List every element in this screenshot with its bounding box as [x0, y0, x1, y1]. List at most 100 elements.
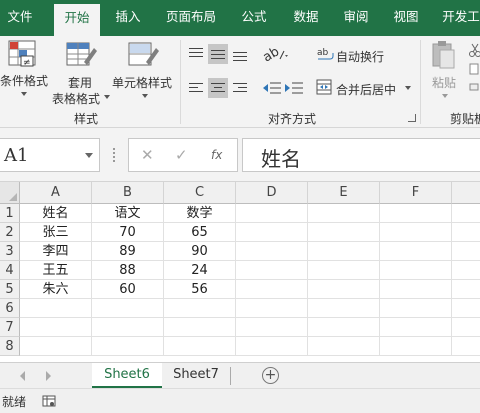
orientation-icon[interactable]: ab — [262, 45, 290, 63]
row-header-5[interactable]: 5 — [0, 280, 20, 299]
cell-d7[interactable] — [236, 318, 308, 337]
cell-d4[interactable] — [236, 261, 308, 280]
worksheet-grid[interactable]: A B C D E F 1 2 3 4 5 6 7 8 姓名 语文 数学张三 70 65… — [0, 182, 480, 362]
next-sheet-icon[interactable] — [46, 371, 51, 381]
cell-c2[interactable]: 65 — [164, 223, 236, 242]
cell-b3[interactable]: 89 — [92, 242, 164, 261]
cut-copy-icons[interactable] — [466, 40, 480, 100]
tab-formulas[interactable]: 公式 — [232, 0, 276, 36]
cell-f1[interactable] — [380, 204, 452, 223]
cancel-icon[interactable]: ✕ — [141, 146, 154, 164]
prev-sheet-icon[interactable] — [20, 371, 25, 381]
column-header-d[interactable]: D — [236, 182, 308, 204]
align-bottom-button[interactable] — [230, 44, 250, 64]
name-box[interactable]: A1 — [0, 138, 100, 172]
cell-d3[interactable] — [236, 242, 308, 261]
cell-c4[interactable]: 24 — [164, 261, 236, 280]
cell-b2[interactable]: 70 — [92, 223, 164, 242]
formula-bar-splitter[interactable] — [113, 148, 115, 162]
decrease-indent-icon[interactable] — [262, 80, 282, 96]
cell-a3[interactable]: 李四 — [20, 242, 92, 261]
cell-e5[interactable] — [308, 280, 380, 299]
cell-c5[interactable]: 56 — [164, 280, 236, 299]
align-middle-button[interactable] — [208, 44, 228, 64]
cell-c8[interactable] — [164, 337, 236, 356]
cell-a5[interactable]: 朱六 — [20, 280, 92, 299]
cell-d2[interactable] — [236, 223, 308, 242]
increase-indent-icon[interactable] — [284, 80, 304, 96]
column-header-c[interactable]: C — [164, 182, 236, 204]
tab-home[interactable]: 开始 — [54, 4, 100, 36]
cell-f2[interactable] — [380, 223, 452, 242]
tab-file[interactable]: 文件 — [0, 0, 40, 36]
cell-f6[interactable] — [380, 299, 452, 318]
cell-g6[interactable] — [452, 299, 480, 318]
row-header-1[interactable]: 1 — [0, 204, 20, 223]
add-sheet-button[interactable]: + — [262, 367, 279, 384]
cell-c3[interactable]: 90 — [164, 242, 236, 261]
align-center-button[interactable] — [208, 78, 228, 98]
cell-d5[interactable] — [236, 280, 308, 299]
paste-icon[interactable] — [430, 40, 456, 70]
cell-e6[interactable] — [308, 299, 380, 318]
tab-developer[interactable]: 开发工 — [436, 0, 480, 36]
cell-e7[interactable] — [308, 318, 380, 337]
cell-a1[interactable]: 姓名 — [20, 204, 92, 223]
select-all-corner[interactable] — [0, 182, 20, 204]
merge-center-button[interactable]: 合并后居中 — [336, 81, 396, 98]
row-header-7[interactable]: 7 — [0, 318, 20, 337]
alignment-launcher-icon[interactable] — [408, 114, 416, 122]
row-header-8[interactable]: 8 — [0, 337, 20, 356]
column-header-e[interactable]: E — [308, 182, 380, 204]
column-header-a[interactable]: A — [20, 182, 92, 204]
row-header-6[interactable]: 6 — [0, 299, 20, 318]
tab-view[interactable]: 视图 — [386, 0, 426, 36]
cell-g5[interactable] — [452, 280, 480, 299]
cell-a2[interactable]: 张三 — [20, 223, 92, 242]
cell-c7[interactable] — [164, 318, 236, 337]
insert-function-icon[interactable]: fx — [211, 148, 222, 162]
cell-f7[interactable] — [380, 318, 452, 337]
cell-d1[interactable] — [236, 204, 308, 223]
row-header-2[interactable]: 2 — [0, 223, 20, 242]
formula-input[interactable]: 姓名 — [242, 138, 480, 172]
tab-review[interactable]: 审阅 — [336, 0, 376, 36]
align-right-button[interactable] — [230, 78, 250, 98]
row-header-3[interactable]: 3 — [0, 242, 20, 261]
cell-e2[interactable] — [308, 223, 380, 242]
wrap-text-button[interactable]: 自动换行 — [336, 48, 384, 65]
merge-center-dropdown-icon[interactable] — [405, 86, 411, 90]
column-header-b[interactable]: B — [92, 182, 164, 204]
tab-insert[interactable]: 插入 — [108, 0, 148, 36]
cell-f5[interactable] — [380, 280, 452, 299]
cell-b7[interactable] — [92, 318, 164, 337]
cell-g4[interactable] — [452, 261, 480, 280]
cell-c6[interactable] — [164, 299, 236, 318]
enter-icon[interactable]: ✓ — [175, 146, 188, 164]
cell-a8[interactable] — [20, 337, 92, 356]
cell-a4[interactable]: 王五 — [20, 261, 92, 280]
column-header-partial[interactable] — [452, 182, 480, 204]
cell-f8[interactable] — [380, 337, 452, 356]
cell-b6[interactable] — [92, 299, 164, 318]
cell-g3[interactable] — [452, 242, 480, 261]
tab-page-layout[interactable]: 页面布局 — [158, 0, 224, 36]
cell-g1[interactable] — [452, 204, 480, 223]
align-top-button[interactable] — [186, 44, 206, 64]
column-header-f[interactable]: F — [380, 182, 452, 204]
align-left-button[interactable] — [186, 78, 206, 98]
macro-record-icon[interactable] — [42, 395, 56, 407]
sheet-tab-sheet6[interactable]: Sheet6 — [92, 363, 162, 389]
cell-b8[interactable] — [92, 337, 164, 356]
cell-c1[interactable]: 数学 — [164, 204, 236, 223]
cell-b5[interactable]: 60 — [92, 280, 164, 299]
cell-g7[interactable] — [452, 318, 480, 337]
row-header-4[interactable]: 4 — [0, 261, 20, 280]
cell-d6[interactable] — [236, 299, 308, 318]
cell-e1[interactable] — [308, 204, 380, 223]
cell-d8[interactable] — [236, 337, 308, 356]
cell-f3[interactable] — [380, 242, 452, 261]
sheet-tab-sheet7[interactable]: Sheet7 — [164, 363, 228, 389]
cell-b1[interactable]: 语文 — [92, 204, 164, 223]
cell-e8[interactable] — [308, 337, 380, 356]
